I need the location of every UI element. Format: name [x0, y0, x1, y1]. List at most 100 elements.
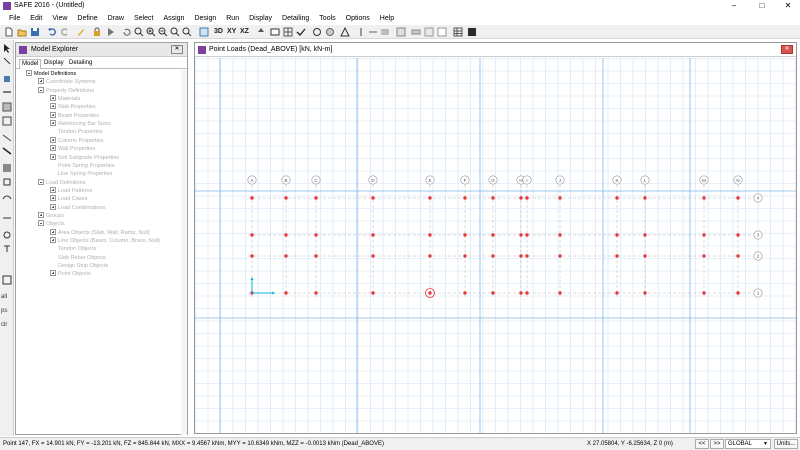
- tree-node[interactable]: Design Strip Objects: [50, 262, 108, 270]
- redo-icon[interactable]: [60, 27, 70, 37]
- zoom-previous-icon[interactable]: [170, 27, 180, 37]
- explorer-scrollbar[interactable]: [181, 70, 187, 435]
- draw-area-icon[interactable]: [2, 102, 12, 112]
- check-icon[interactable]: [296, 27, 306, 37]
- expand-icon[interactable]: [50, 186, 56, 193]
- tree-node[interactable]: Load Patterns: [50, 186, 92, 195]
- wall-icon[interactable]: [396, 27, 406, 37]
- expand-icon[interactable]: [38, 211, 44, 218]
- draw-wall-icon[interactable]: [2, 163, 12, 173]
- collapse-icon[interactable]: [38, 220, 44, 227]
- tree-node[interactable]: Slab Properties: [50, 103, 96, 111]
- sphere-tool-icon[interactable]: [325, 27, 335, 37]
- column-icon[interactable]: [356, 27, 366, 37]
- slab-icon[interactable]: [380, 27, 390, 37]
- tree-node[interactable]: Tendon Properties: [50, 128, 103, 136]
- maximize-button[interactable]: □: [750, 0, 774, 12]
- tab-detailing[interactable]: Detailing: [67, 59, 94, 68]
- pan-icon[interactable]: [182, 27, 192, 37]
- pointer-icon[interactable]: [2, 43, 12, 53]
- expand-icon[interactable]: [50, 145, 56, 152]
- previous-button[interactable]: <<: [695, 439, 709, 449]
- draw-beam-icon[interactable]: [2, 133, 12, 143]
- display-options-icon[interactable]: [270, 27, 280, 37]
- tree-node[interactable]: Beam Properties: [50, 111, 99, 120]
- expand-icon[interactable]: [50, 153, 56, 160]
- draw-rebar-icon[interactable]: [2, 213, 12, 223]
- view-xz-button[interactable]: XZ: [240, 27, 249, 37]
- draw-tendon-icon[interactable]: [2, 193, 12, 203]
- tree-node[interactable]: Area Objects (Slab, Wall, Ramp, Null): [50, 228, 150, 237]
- zoom-window-icon[interactable]: [134, 27, 144, 37]
- view-xy-button[interactable]: XY: [227, 27, 236, 37]
- expand-icon[interactable]: [38, 78, 44, 85]
- draw-column-icon[interactable]: [2, 146, 12, 156]
- circle-tool-icon[interactable]: [312, 27, 322, 37]
- opening-icon[interactable]: [424, 27, 434, 37]
- save-icon[interactable]: [30, 27, 40, 37]
- draw-dimension-icon[interactable]: [2, 230, 12, 240]
- tendon-icon[interactable]: [437, 27, 447, 37]
- coordinate-system-select[interactable]: GLOBAL ▼: [725, 439, 771, 449]
- menu-define[interactable]: Define: [72, 12, 102, 25]
- run-analysis-icon[interactable]: [105, 27, 115, 37]
- grid-display-icon[interactable]: [283, 27, 293, 37]
- reshape-icon[interactable]: [2, 56, 12, 66]
- expand-icon[interactable]: [50, 95, 56, 102]
- tab-model[interactable]: Model: [19, 59, 42, 69]
- select-all-button[interactable]: all: [1, 294, 7, 300]
- tree-node[interactable]: Model Definitions: [26, 70, 76, 78]
- expand-icon[interactable]: [50, 111, 56, 118]
- zoom-in-icon[interactable]: [146, 27, 156, 37]
- tree-node[interactable]: Materials: [50, 95, 80, 103]
- select-icon[interactable]: [199, 27, 209, 37]
- select-all-icon[interactable]: [2, 275, 12, 285]
- zoom-out-icon[interactable]: [158, 27, 168, 37]
- beam-icon[interactable]: [368, 27, 378, 37]
- menu-draw[interactable]: Draw: [103, 12, 129, 25]
- expand-icon[interactable]: [50, 270, 56, 277]
- tree-node[interactable]: Point Objects: [50, 270, 91, 278]
- lock-icon[interactable]: [92, 27, 102, 37]
- collapse-icon[interactable]: [38, 86, 44, 93]
- tree-node[interactable]: Line Objects (Beam, Column, Brace, Null): [50, 237, 160, 245]
- collapse-icon[interactable]: [38, 178, 44, 185]
- expand-icon[interactable]: [50, 120, 56, 127]
- tree-node[interactable]: Objects: [38, 220, 65, 228]
- model-explorer-close-button[interactable]: ✕: [171, 45, 183, 54]
- expand-icon[interactable]: [50, 136, 56, 143]
- expand-icon[interactable]: [50, 195, 56, 202]
- draw-line-icon[interactable]: [2, 87, 12, 97]
- tree-node[interactable]: Load Combinations: [50, 203, 105, 212]
- menu-design[interactable]: Design: [189, 12, 221, 25]
- menu-assign[interactable]: Assign: [158, 12, 189, 25]
- tree-node[interactable]: Column Properties: [50, 136, 104, 145]
- menu-display[interactable]: Display: [244, 12, 277, 25]
- menu-run[interactable]: Run: [221, 12, 244, 25]
- tree-node[interactable]: Property Definitions: [38, 86, 94, 95]
- new-file-icon[interactable]: [4, 27, 14, 37]
- minimize-button[interactable]: –: [722, 0, 746, 12]
- draw-strip-icon[interactable]: [2, 177, 12, 187]
- tab-display[interactable]: Display: [42, 59, 66, 68]
- tree-node[interactable]: Coordinate Systems: [38, 78, 96, 86]
- tree-node[interactable]: Reinforcing Bar Sizes: [50, 120, 111, 128]
- menu-select[interactable]: Select: [129, 12, 158, 25]
- plan-view-close-button[interactable]: ✕: [781, 45, 793, 54]
- tree-node[interactable]: Slab Rebar Objects: [50, 254, 106, 262]
- open-folder-icon[interactable]: [17, 27, 27, 37]
- menu-options[interactable]: Options: [341, 12, 375, 25]
- menu-detailing[interactable]: Detailing: [277, 12, 314, 25]
- menu-edit[interactable]: Edit: [25, 12, 47, 25]
- tree-node[interactable]: Soil Subgrade Properties: [50, 153, 119, 162]
- report-icon[interactable]: [467, 27, 477, 37]
- tree-node[interactable]: Tendon Objects: [50, 245, 96, 253]
- draw-text-icon[interactable]: [2, 244, 12, 254]
- strip-icon[interactable]: [411, 27, 421, 37]
- move-up-icon[interactable]: [256, 27, 266, 37]
- draw-point-icon[interactable]: [2, 74, 12, 84]
- model-canvas[interactable]: A B C D E F G H I J K L M N4321: [195, 58, 796, 433]
- menu-view[interactable]: View: [47, 12, 72, 25]
- tree-node[interactable]: Load Definitions: [38, 178, 85, 187]
- tree-node[interactable]: Line Spring Properties: [50, 170, 112, 178]
